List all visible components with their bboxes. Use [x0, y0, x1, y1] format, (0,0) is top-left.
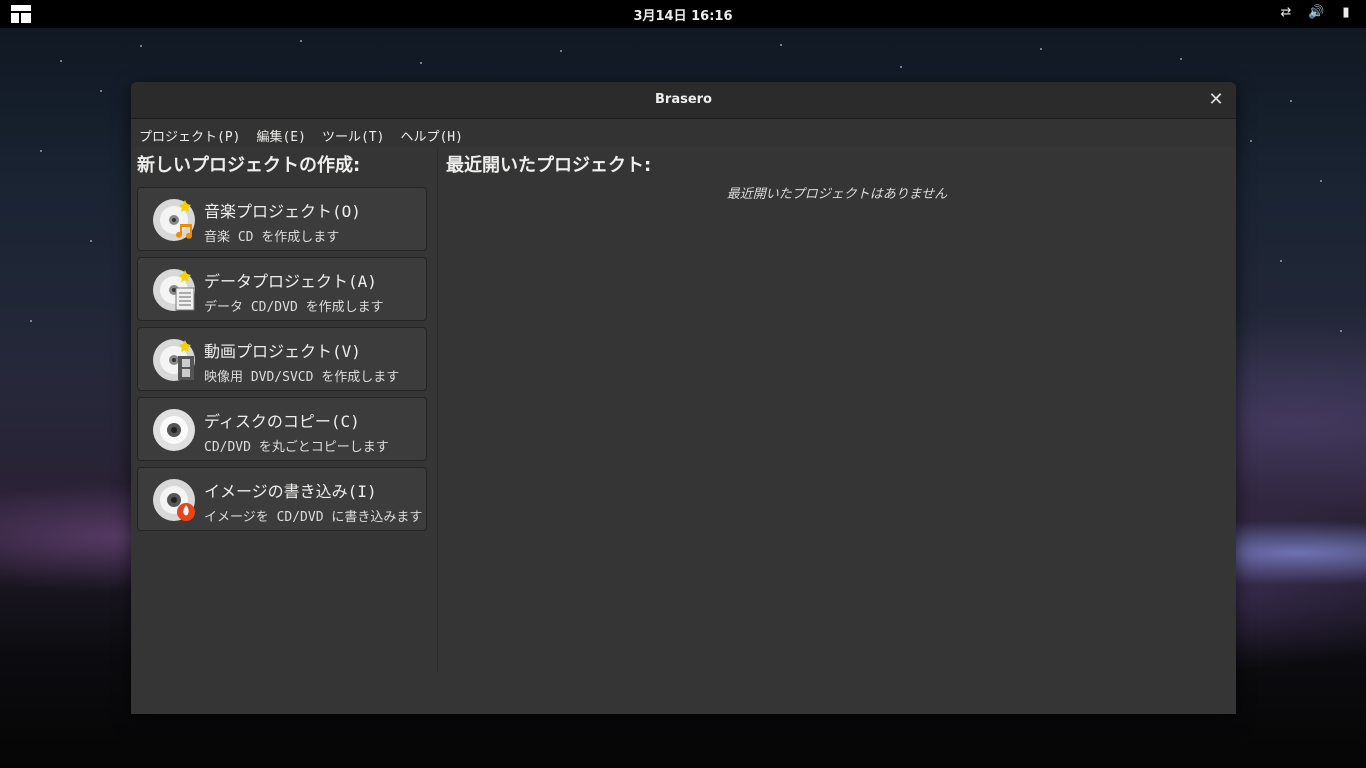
menu-tools[interactable]: ツール(T) [314, 119, 392, 147]
disc-copy-title: ディスクのコピー(C) [204, 412, 360, 431]
pane-divider [437, 147, 438, 673]
data-disc-icon [153, 269, 195, 311]
disc-copy-button[interactable]: ディスクのコピー(C) CD/DVD を丸ごとコピーします [137, 397, 427, 461]
menu-help[interactable]: ヘルプ(H) [392, 119, 470, 147]
burn-image-subtitle: イメージを CD/DVD に書き込みます [204, 510, 423, 525]
recent-projects-header: 最近開いたプロジェクト: [446, 155, 652, 176]
data-project-title: データプロジェクト(A) [204, 272, 377, 291]
volume-icon[interactable]: 🔊 [1308, 4, 1324, 22]
video-disc-icon [153, 339, 195, 381]
burn-image-icon [153, 479, 195, 521]
audio-project-button[interactable]: 音楽プロジェクト(O) 音楽 CD を作成します [137, 187, 427, 251]
recent-projects-empty: 最近開いたプロジェクトはありません [726, 187, 948, 202]
burn-image-button[interactable]: イメージの書き込み(I) イメージを CD/DVD に書き込みます [137, 467, 427, 531]
audio-project-subtitle: 音楽 CD を作成します [204, 230, 340, 245]
brasero-window: Brasero ✕ プロジェクト(P) 編集(E) ツール(T) ヘルプ(H) … [131, 82, 1236, 714]
audio-disc-icon [153, 199, 195, 241]
video-project-title: 動画プロジェクト(V) [204, 342, 361, 361]
data-project-subtitle: データ CD/DVD を作成します [204, 300, 384, 315]
window-title: Brasero [655, 92, 712, 107]
menu-edit[interactable]: 編集(E) [248, 119, 313, 147]
audio-project-title: 音楽プロジェクト(O) [204, 202, 361, 221]
video-project-subtitle: 映像用 DVD/SVCD を作成します [204, 370, 400, 385]
battery-icon[interactable]: ▮ [1338, 4, 1354, 22]
video-project-button[interactable]: 動画プロジェクト(V) 映像用 DVD/SVCD を作成します [137, 327, 427, 391]
close-icon[interactable]: ✕ [1206, 90, 1226, 110]
new-project-pane: 新しいプロジェクトの作成: 音楽プロジェクト(O) 音楽 CD を作成します デ… [131, 147, 437, 714]
network-icon[interactable]: ⇄ [1278, 4, 1294, 22]
new-project-header: 新しいプロジェクトの作成: [137, 155, 361, 176]
menu-project[interactable]: プロジェクト(P) [131, 119, 248, 147]
menu-bar: プロジェクト(P) 編集(E) ツール(T) ヘルプ(H) [131, 119, 1236, 147]
disc-copy-icon [153, 409, 195, 451]
top-bar: 3月14日 16:16 ⇄ 🔊 ▮ [0, 0, 1366, 28]
data-project-button[interactable]: データプロジェクト(A) データ CD/DVD を作成します [137, 257, 427, 321]
title-bar[interactable]: Brasero ✕ [131, 82, 1236, 119]
disc-copy-subtitle: CD/DVD を丸ごとコピーします [204, 440, 389, 455]
clock[interactable]: 3月14日 16:16 [0, 5, 1366, 24]
system-tray[interactable]: ⇄ 🔊 ▮ [1278, 4, 1354, 22]
burn-image-title: イメージの書き込み(I) [204, 482, 377, 501]
